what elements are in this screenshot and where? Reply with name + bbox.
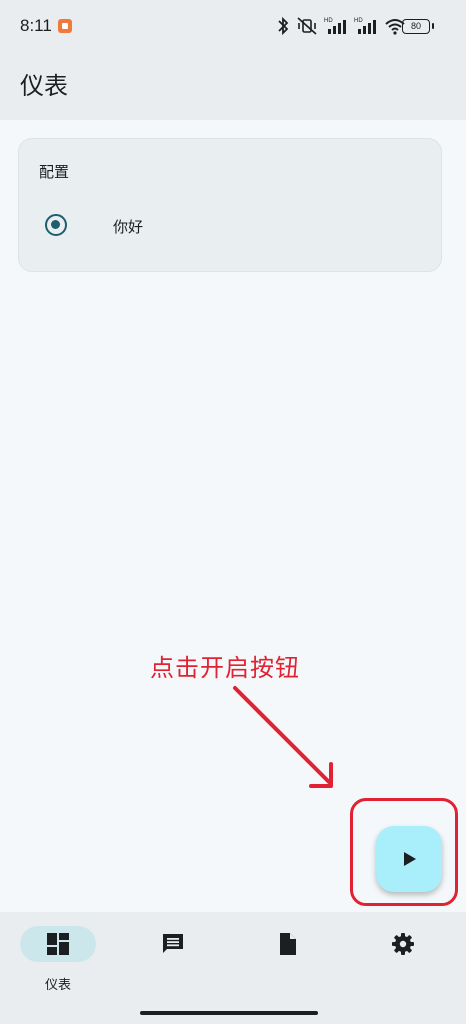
vibrate-off-icon (297, 17, 317, 35)
bottom-nav: 仪表 (0, 912, 466, 1024)
signal-hd-icon: HD (324, 18, 346, 34)
app-bar: 仪表 (0, 52, 466, 120)
status-bar: 8:11 HD HD 80 (0, 0, 466, 52)
radio-button[interactable] (45, 214, 67, 236)
svg-text:HD: HD (354, 18, 363, 24)
nav-item-label: 仪表 (44, 978, 71, 993)
nav-item-dashboard[interactable]: 仪表 (20, 926, 96, 998)
signal-hd-icon: HD (354, 18, 376, 34)
bluetooth-icon (278, 16, 289, 36)
start-button[interactable] (376, 826, 442, 892)
nav-item-messages[interactable] (135, 926, 211, 998)
annotation-arrow (233, 686, 333, 788)
nav-item-settings[interactable] (365, 926, 441, 998)
app-notification-icon (58, 19, 72, 33)
svg-text:HD: HD (324, 18, 333, 24)
config-option-label: 你好 (113, 218, 144, 236)
config-option[interactable]: 你好 (41, 211, 421, 241)
annotation-text: 点击开启按钮 (150, 654, 300, 682)
settings-icon (392, 933, 414, 955)
battery-icon: 80 (402, 19, 434, 34)
play-icon (404, 852, 416, 866)
document-icon (280, 933, 296, 955)
page-title: 仪表 (20, 72, 68, 100)
dashboard-icon (47, 933, 69, 955)
config-card-title: 配置 (39, 163, 70, 181)
message-icon (163, 934, 183, 953)
radio-selected-dot (51, 220, 60, 229)
nav-item-documents[interactable] (250, 926, 326, 998)
gesture-bar[interactable] (140, 1011, 318, 1015)
config-card: 配置 你好 (18, 138, 442, 272)
status-time: 8:11 (20, 16, 52, 35)
